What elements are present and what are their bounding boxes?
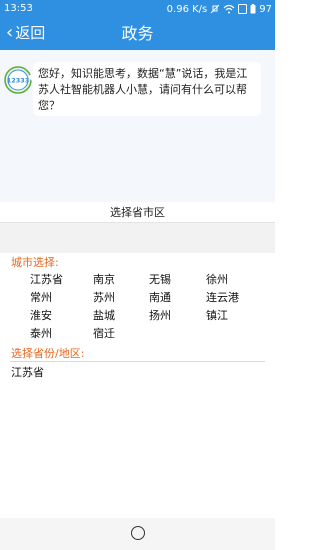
province-value[interactable]: 江苏省 [11,366,44,380]
city-option[interactable]: 江苏省 [30,273,93,287]
status-bar: 13:53 0.96 K/s 97 [0,0,275,18]
city-option[interactable]: 常州 [30,291,93,305]
wifi-icon [223,4,235,14]
battery-icon [250,4,256,14]
city-option[interactable]: 南通 [149,291,206,305]
city-option[interactable]: 盐城 [93,309,149,323]
app-header: ‹ 返回 政务 [0,18,275,50]
status-time: 13:53 [4,3,33,14]
province-label: 选择省份/地区: [11,347,85,360]
city-option[interactable]: 南京 [93,273,149,287]
selector-title: 选择省市区 [0,203,275,223]
city-option[interactable]: 宿迁 [93,327,149,341]
page-title: 政务 [121,24,154,43]
city-grid: 江苏省 南京 无锡 徐州 常州 苏州 南通 连云港 淮安 盐城 扬州 镇江 泰州… [30,273,260,341]
city-option[interactable]: 淮安 [30,309,93,323]
city-option[interactable]: 连云港 [206,291,260,305]
home-button[interactable] [131,526,145,540]
avatar-text: 12333 [7,77,30,85]
city-option[interactable]: 苏州 [93,291,149,305]
status-icons: 0.96 K/s 97 [167,2,272,16]
sim-icon [238,4,248,14]
city-option[interactable]: 无锡 [149,273,206,287]
city-option[interactable]: 镇江 [206,309,260,323]
chat-message: 您好，知识能思考，数据“慧”说话，我是江苏人社智能机器人小慧，请问有什么可以帮您… [38,67,248,112]
city-label: 城市选择: [11,256,59,269]
network-speed: 0.96 K/s [166,3,208,15]
province-divider [10,361,265,362]
chat-bubble: 您好，知识能思考，数据“慧”说话，我是江苏人社智能机器人小慧，请问有什么可以帮您… [28,62,261,116]
city-option[interactable]: 扬州 [149,309,206,323]
city-option[interactable]: 徐州 [206,273,260,287]
mute-icon [210,4,220,14]
city-option[interactable]: 泰州 [30,327,93,341]
battery-level: 97 [259,3,272,15]
section-divider [0,223,275,253]
